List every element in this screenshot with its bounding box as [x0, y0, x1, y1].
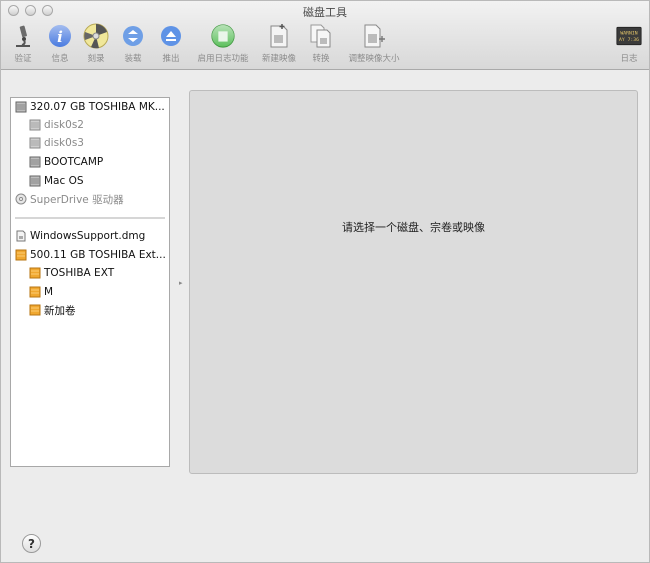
disk-image-icon	[15, 230, 27, 242]
list-item-label: disk0s2	[44, 119, 84, 131]
info-label: 信息	[51, 54, 69, 64]
help-label: ?	[28, 536, 35, 551]
list-item-label: 新加卷	[44, 304, 76, 317]
burn-label: 刻录	[87, 54, 105, 64]
list-item-label: M	[44, 286, 54, 298]
log-icon-line-1: WARNIN	[620, 30, 637, 36]
list-item[interactable]: TOSHIBA EXT	[29, 264, 114, 282]
log-icon: WARNIN AY 7:36	[616, 23, 642, 49]
new-image-label: 新建映像	[261, 54, 296, 64]
device-list[interactable]: 320.07 GB TOSHIBA MK... disk0s2 disk0s3 …	[10, 97, 170, 467]
verify-label: 验证	[14, 54, 32, 64]
new-image-button[interactable]: 新建映像	[257, 23, 301, 64]
log-button[interactable]: WARNIN AY 7:36 日志	[607, 23, 650, 64]
log-label: 日志	[620, 54, 638, 64]
resize-image-button[interactable]: 调整映像大小	[346, 23, 402, 64]
microscope-icon	[10, 23, 36, 49]
list-item[interactable]: disk0s3	[29, 134, 84, 152]
external-disk-icon	[29, 286, 41, 298]
svg-text:i: i	[57, 28, 63, 46]
window-title: 磁盘工具	[303, 6, 347, 19]
new-image-icon	[266, 23, 292, 49]
list-item[interactable]: 新加卷	[29, 301, 76, 319]
eject-button[interactable]: 推出	[149, 23, 193, 64]
external-disk-icon	[29, 267, 41, 279]
mount-icon	[120, 23, 146, 49]
detail-pane: 请选择一个磁盘、宗卷或映像	[189, 90, 638, 474]
log-icon-line-2: AY 7:36	[619, 37, 639, 43]
internal-disk-icon	[29, 175, 41, 187]
optical-drive-icon	[15, 193, 27, 205]
list-item-label: 320.07 GB TOSHIBA MK...	[30, 101, 165, 113]
list-item-label: SuperDrive 驱动器	[30, 193, 124, 206]
mount-label: 装载	[124, 54, 142, 64]
disk-utility-window: 磁盘工具 验证 i 信息 刻录 装载 推出 启用日志功能 新建映像 转换 调整映…	[0, 0, 650, 563]
list-item-label: Mac OS	[44, 175, 84, 187]
info-icon: i	[47, 23, 73, 49]
external-disk-icon	[15, 249, 27, 261]
list-item-label: BOOTCAMP	[44, 156, 104, 168]
internal-disk-icon	[29, 137, 41, 149]
journal-icon	[210, 23, 236, 49]
resize-image-icon	[361, 23, 387, 49]
enable-journaling-button[interactable]: 启用日志功能	[197, 23, 249, 64]
list-item[interactable]: 500.11 GB TOSHIBA Ext...	[15, 246, 166, 264]
list-item[interactable]: SuperDrive 驱动器	[15, 190, 124, 208]
list-item-label: WindowsSupport.dmg	[30, 230, 146, 242]
list-divider	[15, 217, 165, 219]
help-button[interactable]: ?	[22, 534, 41, 553]
resize-image-label: 调整映像大小	[348, 54, 400, 64]
convert-label: 转换	[312, 54, 330, 64]
list-item-label: 500.11 GB TOSHIBA Ext...	[30, 249, 166, 261]
list-item[interactable]: WindowsSupport.dmg	[15, 227, 145, 245]
burn-disc-icon	[83, 23, 109, 49]
internal-disk-icon	[15, 101, 27, 113]
list-item[interactable]: Mac OS	[29, 172, 84, 190]
internal-disk-icon	[29, 119, 41, 131]
list-item[interactable]: 320.07 GB TOSHIBA MK...	[15, 98, 165, 116]
split-view-handle[interactable]: ▸	[179, 279, 183, 287]
internal-disk-icon	[29, 156, 41, 168]
external-disk-icon	[29, 304, 41, 316]
eject-label: 推出	[162, 54, 180, 64]
list-item[interactable]: M	[29, 283, 53, 301]
list-item-label: disk0s3	[44, 137, 84, 149]
toolbar: 磁盘工具 验证 i 信息 刻录 装载 推出 启用日志功能 新建映像 转换 调整映…	[1, 1, 649, 70]
convert-icon	[308, 23, 334, 49]
enable-journaling-label: 启用日志功能	[197, 54, 249, 64]
eject-icon	[158, 23, 184, 49]
list-item-label: TOSHIBA EXT	[44, 267, 115, 279]
empty-selection-message: 请选择一个磁盘、宗卷或映像	[342, 221, 485, 234]
list-item[interactable]: disk0s2	[29, 116, 84, 134]
convert-button[interactable]: 转换	[299, 23, 343, 64]
list-item[interactable]: BOOTCAMP	[29, 153, 103, 171]
